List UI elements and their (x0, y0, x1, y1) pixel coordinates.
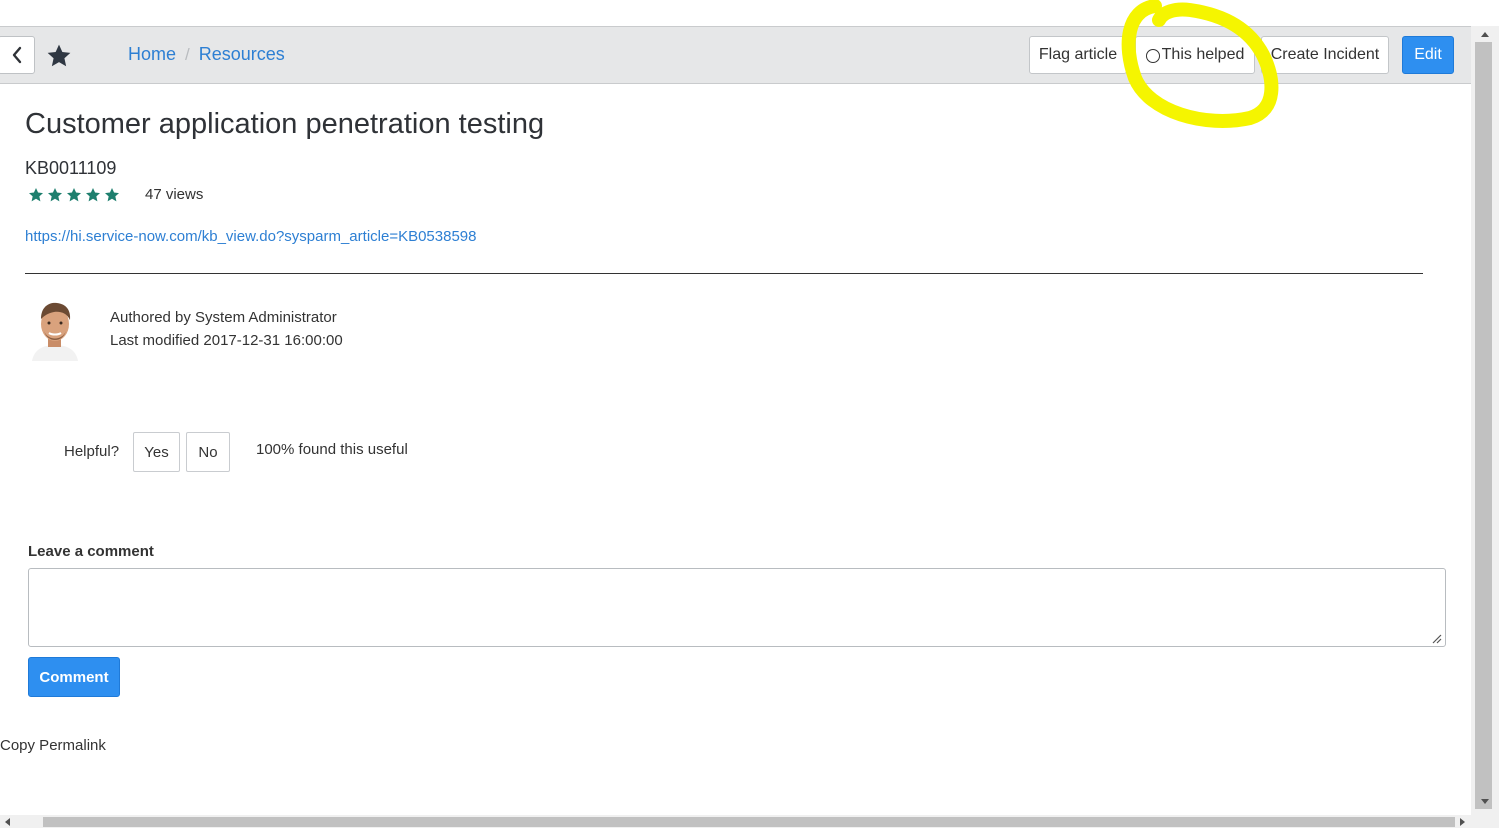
resize-grip-icon[interactable] (1430, 632, 1442, 644)
article-title: Customer application penetration testing (25, 108, 545, 140)
star-rating (28, 187, 120, 203)
view-count: 47 views (145, 186, 204, 203)
scroll-right-arrow-icon[interactable] (1459, 817, 1467, 827)
star-icon (48, 188, 62, 202)
vertical-scrollbar[interactable] (1471, 26, 1499, 815)
horizontal-scrollbar[interactable] (0, 815, 1471, 828)
breadcrumb-separator: / (185, 44, 190, 64)
yes-button[interactable]: Yes (133, 432, 180, 472)
comment-input[interactable] (28, 568, 1446, 647)
last-modified: Last modified 2017-12-31 16:00:00 (110, 332, 343, 349)
no-button[interactable]: No (186, 432, 230, 472)
scroll-left-arrow-icon[interactable] (3, 817, 11, 827)
top-toolbar: Home / Resources Flag article This helpe… (0, 26, 1471, 84)
edit-button[interactable]: Edit (1402, 36, 1454, 74)
breadcrumb-resources[interactable]: Resources (199, 44, 285, 65)
flag-article-button[interactable]: Flag article (1029, 36, 1127, 74)
useful-summary: 100% found this useful (256, 441, 408, 458)
article-number: KB0011109 (25, 158, 117, 178)
chevron-left-icon (12, 46, 21, 64)
this-helped-button[interactable]: This helped (1135, 36, 1255, 74)
copy-permalink-link[interactable]: Copy Permalink (0, 737, 106, 754)
author-avatar (26, 299, 84, 361)
back-button[interactable] (0, 36, 35, 74)
favorite-button[interactable] (44, 41, 74, 71)
star-icon (67, 188, 81, 202)
vertical-scroll-thumb[interactable] (1475, 42, 1492, 809)
divider (25, 273, 1423, 274)
helpful-question: Helpful? (64, 443, 120, 460)
breadcrumb-home[interactable]: Home (128, 44, 176, 65)
star-icon (86, 188, 100, 202)
star-icon (105, 188, 119, 202)
horizontal-scroll-thumb[interactable] (43, 817, 1455, 827)
breadcrumb: Home / Resources (128, 44, 285, 65)
scroll-down-arrow-icon[interactable] (1480, 798, 1490, 806)
create-incident-button[interactable]: Create Incident (1261, 36, 1389, 74)
author-line: Authored by System Administrator (110, 309, 337, 326)
comment-label: Leave a comment (28, 543, 154, 560)
star-icon (29, 188, 43, 202)
star-icon (47, 44, 71, 67)
article-link[interactable]: https://hi.service-now.com/kb_view.do?sy… (25, 228, 477, 245)
scrollbar-corner (1471, 815, 1499, 828)
radio-circle-icon (1145, 49, 1160, 63)
this-helped-label: This helped (1161, 46, 1245, 63)
comment-button[interactable]: Comment (28, 657, 120, 697)
scroll-up-arrow-icon[interactable] (1480, 30, 1490, 38)
